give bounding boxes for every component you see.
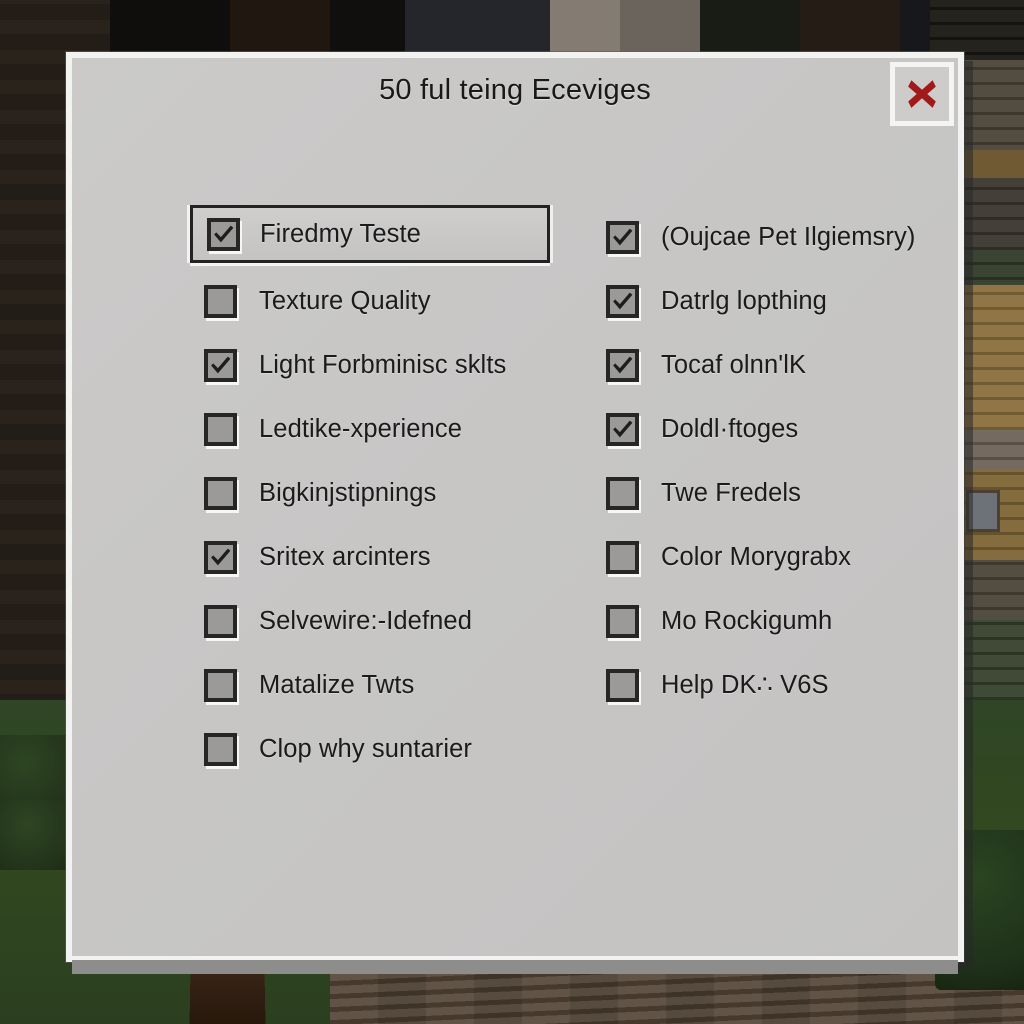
option-label: Selvewire:-Idefned [259,606,472,635]
option-label: Clop why suntarier [259,734,472,763]
checkbox-unchecked-icon[interactable] [204,284,237,318]
option-row[interactable]: Firedmy Teste [190,205,550,263]
checkbox-checked-icon[interactable] [606,412,639,446]
option-row[interactable]: Sritex arcinters [190,525,550,589]
page-title: 50 ful teing Eceviges [379,74,651,106]
background-window [966,490,1000,532]
option-label: Help DK∴ V6S [661,671,829,699]
option-row[interactable]: Doldl·ftoges [592,397,952,461]
checkbox-unchecked-icon[interactable] [606,540,639,574]
checkbox-checked-icon[interactable] [606,220,639,254]
settings-dialog: 50 ful teing Eceviges Firedmy Teste Textu… [66,52,964,974]
option-row[interactable]: Texture Quality [190,269,550,333]
option-row[interactable]: Datrlg lopthing [592,269,952,333]
dialog-body: 50 ful teing Eceviges Firedmy Teste Textu… [72,58,958,956]
checkbox-unchecked-icon[interactable] [204,732,237,766]
option-label: Mo Rockigumh [661,606,833,635]
option-label: Color Morygrabx [661,542,851,571]
checkbox-unchecked-icon[interactable] [606,668,639,702]
option-row[interactable]: Color Morygrabx [592,525,952,589]
option-row[interactable]: Clop why suntarier [190,717,550,781]
option-row[interactable]: Bigkinjstipnings [190,461,550,525]
option-row[interactable]: Light Forbminisc sklts [190,333,550,397]
option-label: (Oujcae Pet Ilgiemsry) [661,222,916,251]
option-label: Bigkinjstipnings [259,478,437,507]
checkbox-unchecked-icon[interactable] [204,668,237,702]
option-label: Firedmy Teste [260,219,421,248]
option-label: Matalize Twts [259,670,415,699]
checkbox-unchecked-icon[interactable] [606,476,639,510]
options-column-right: (Oujcae Pet Ilgiemsry) Datrlg lopthing Toc… [592,205,952,717]
close-x-icon [905,77,939,111]
option-row[interactable]: Mo Rockigumh [592,589,952,653]
checkbox-checked-icon[interactable] [606,348,639,382]
option-row[interactable]: Tocaf olnn'lK [592,333,952,397]
option-label: Datrlg lopthing [661,286,827,315]
option-row[interactable]: Help DK∴ V6S [592,653,952,717]
option-label: Light Forbminisc sklts [259,350,507,379]
option-row[interactable]: Ledtike-xperience [190,397,550,461]
checkbox-checked-icon[interactable] [207,217,240,251]
option-row[interactable]: Twe Fredels [592,461,952,525]
checkbox-unchecked-icon[interactable] [204,604,237,638]
checkbox-checked-icon[interactable] [204,348,237,382]
option-label: Tocaf olnn'lK [661,350,807,379]
option-label: Doldl·ftoges [661,414,799,443]
option-row[interactable]: (Oujcae Pet Ilgiemsry) [592,205,952,269]
options-column-left: Firedmy Teste Texture Quality Light Forbmi… [190,205,550,781]
close-button[interactable] [890,62,954,126]
checkbox-unchecked-icon[interactable] [204,412,237,446]
checkbox-unchecked-icon[interactable] [606,604,639,638]
option-row[interactable]: Selvewire:-Idefned [190,589,550,653]
background-bush [0,800,76,870]
dialog-title-bar: 50 ful teing Eceviges [72,58,958,132]
checkbox-checked-icon[interactable] [204,540,237,574]
checkbox-checked-icon[interactable] [606,284,639,318]
option-row[interactable]: Matalize Twts [190,653,550,717]
option-label: Sritex arcinters [259,542,431,571]
checkbox-unchecked-icon[interactable] [204,476,237,510]
option-label: Twe Fredels [661,478,801,507]
dialog-bottom-shadow [72,960,958,974]
option-label: Texture Quality [259,286,431,315]
option-label: Ledtike-xperience [259,414,462,443]
